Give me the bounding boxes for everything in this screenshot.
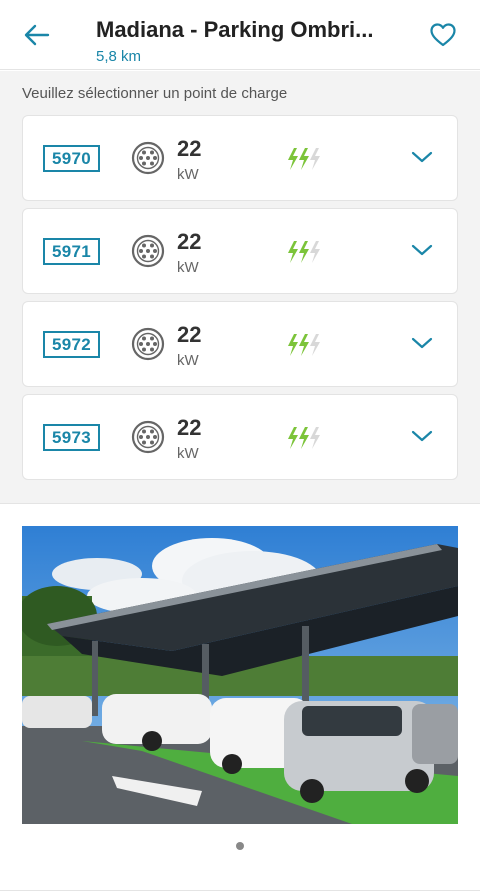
power-unit: kW xyxy=(177,352,199,369)
top-bar: Madiana - Parking Ombri... 5,8 km xyxy=(0,0,480,70)
charge-point-card[interactable]: 5973 22 kW xyxy=(22,394,458,480)
charging-speed-bolts-icon xyxy=(288,334,320,356)
back-button[interactable] xyxy=(22,20,52,50)
charge-point-id: 5970 xyxy=(43,145,100,172)
heart-outline-icon xyxy=(430,23,456,47)
favorite-button[interactable] xyxy=(428,20,458,50)
type2-plug-icon xyxy=(131,234,165,268)
power-value: 22 xyxy=(177,322,202,347)
chevron-down-icon[interactable] xyxy=(411,427,433,445)
instruction-text: Veuillez sélectionner un point de charge xyxy=(22,85,288,102)
chevron-down-icon[interactable] xyxy=(411,334,433,352)
type2-plug-icon xyxy=(131,141,165,175)
carousel-dot[interactable] xyxy=(236,842,244,850)
power-unit: kW xyxy=(177,445,199,462)
type2-plug-icon xyxy=(131,420,165,454)
power-value: 22 xyxy=(177,415,202,440)
charge-point-id: 5972 xyxy=(43,331,100,358)
power-value: 22 xyxy=(177,136,202,161)
chevron-down-icon[interactable] xyxy=(411,241,433,259)
charge-point-section: Veuillez sélectionner un point de charge… xyxy=(0,71,480,503)
charging-speed-bolts-icon xyxy=(288,427,320,449)
charge-point-id: 5973 xyxy=(43,424,100,451)
charge-point-card[interactable]: 5971 22 kW xyxy=(22,208,458,294)
power-unit: kW xyxy=(177,259,199,276)
distance-label: 5,8 km xyxy=(96,48,142,65)
charge-point-id: 5971 xyxy=(43,238,100,265)
arrow-left-icon xyxy=(24,24,50,46)
charging-speed-bolts-icon xyxy=(288,241,320,263)
charge-point-card[interactable]: 5972 22 kW xyxy=(22,301,458,387)
power-value: 22 xyxy=(177,229,202,254)
charge-point-card[interactable]: 5970 22 kW xyxy=(22,115,458,201)
page-title: Madiana - Parking Ombri... xyxy=(96,17,374,42)
type2-plug-icon xyxy=(131,327,165,361)
chevron-down-icon[interactable] xyxy=(411,148,433,166)
charging-speed-bolts-icon xyxy=(288,148,320,170)
power-unit: kW xyxy=(177,166,199,183)
photo-carousel xyxy=(0,503,480,891)
station-photo[interactable] xyxy=(22,526,458,824)
